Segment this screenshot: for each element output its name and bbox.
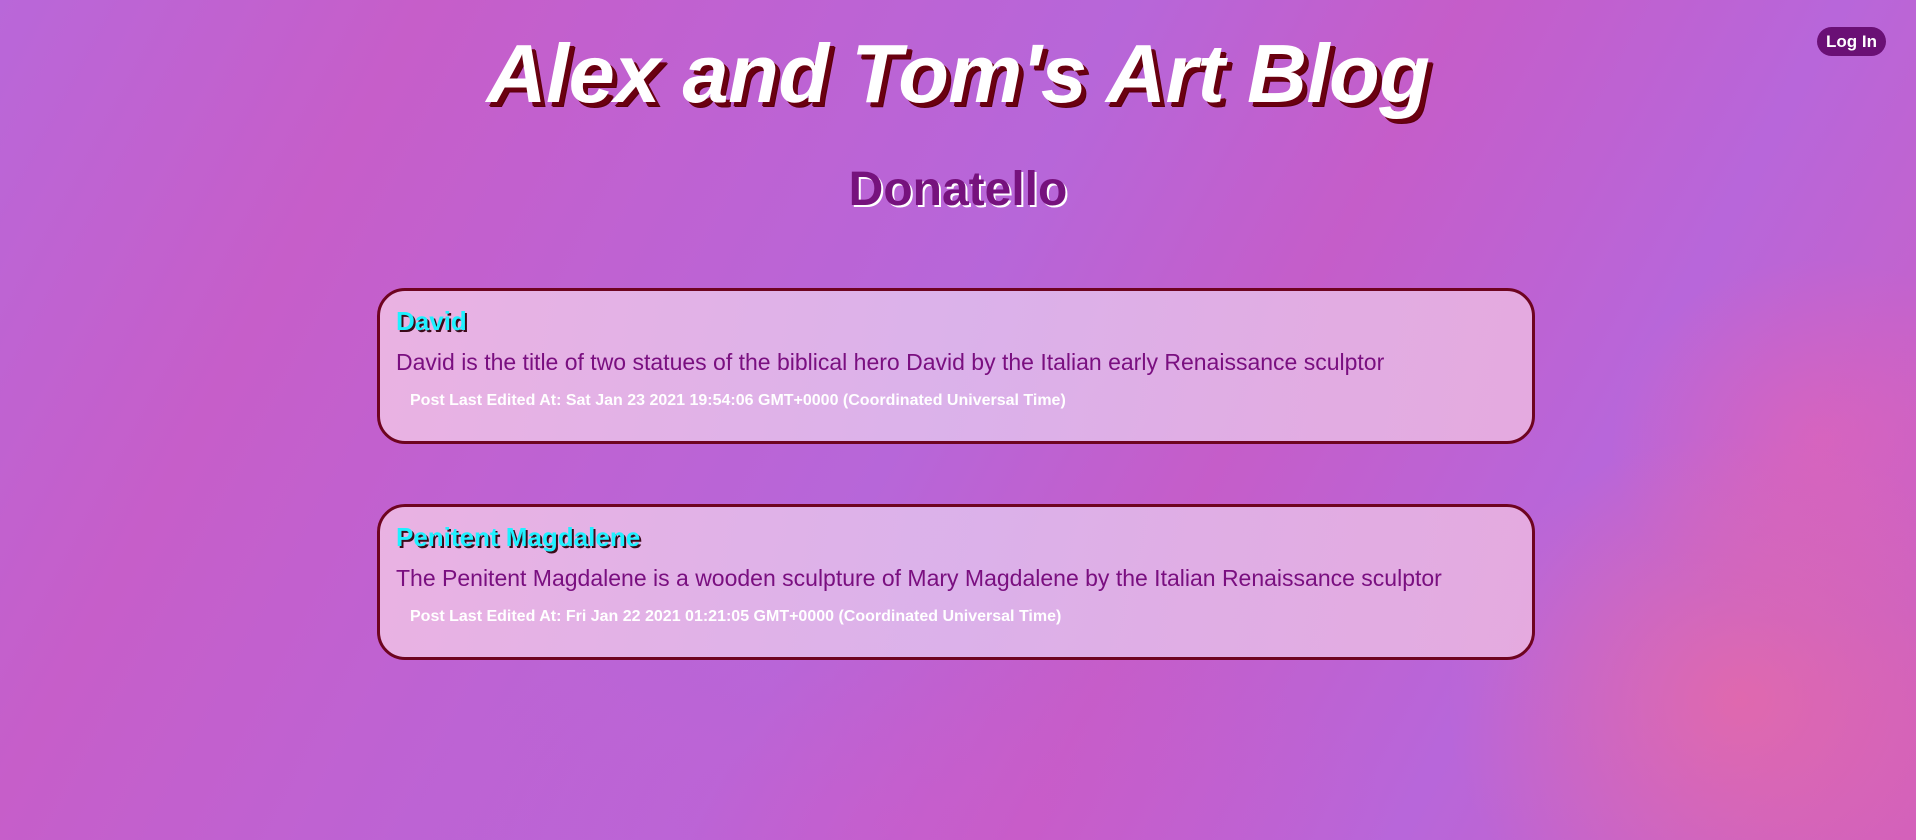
- post-card: David David is the title of two statues …: [377, 288, 1535, 444]
- post-last-edited: Post Last Edited At: Fri Jan 22 2021 01:…: [410, 608, 1062, 625]
- page-title: Donatello: [848, 163, 1068, 216]
- post-card: Penitent Magdalene The Penitent Magdalen…: [377, 504, 1535, 660]
- post-body: The Penitent Magdalene is a wooden sculp…: [396, 565, 1442, 591]
- post-last-edited: Post Last Edited At: Sat Jan 23 2021 19:…: [410, 392, 1066, 409]
- post-body: David is the title of two statues of the…: [396, 349, 1385, 375]
- post-title[interactable]: Penitent Magdalene: [396, 521, 1516, 553]
- post-title[interactable]: David: [396, 305, 1516, 337]
- post-list: David David is the title of two statues …: [377, 288, 1535, 720]
- site-title: Alex and Tom's Art Blog: [486, 27, 1430, 120]
